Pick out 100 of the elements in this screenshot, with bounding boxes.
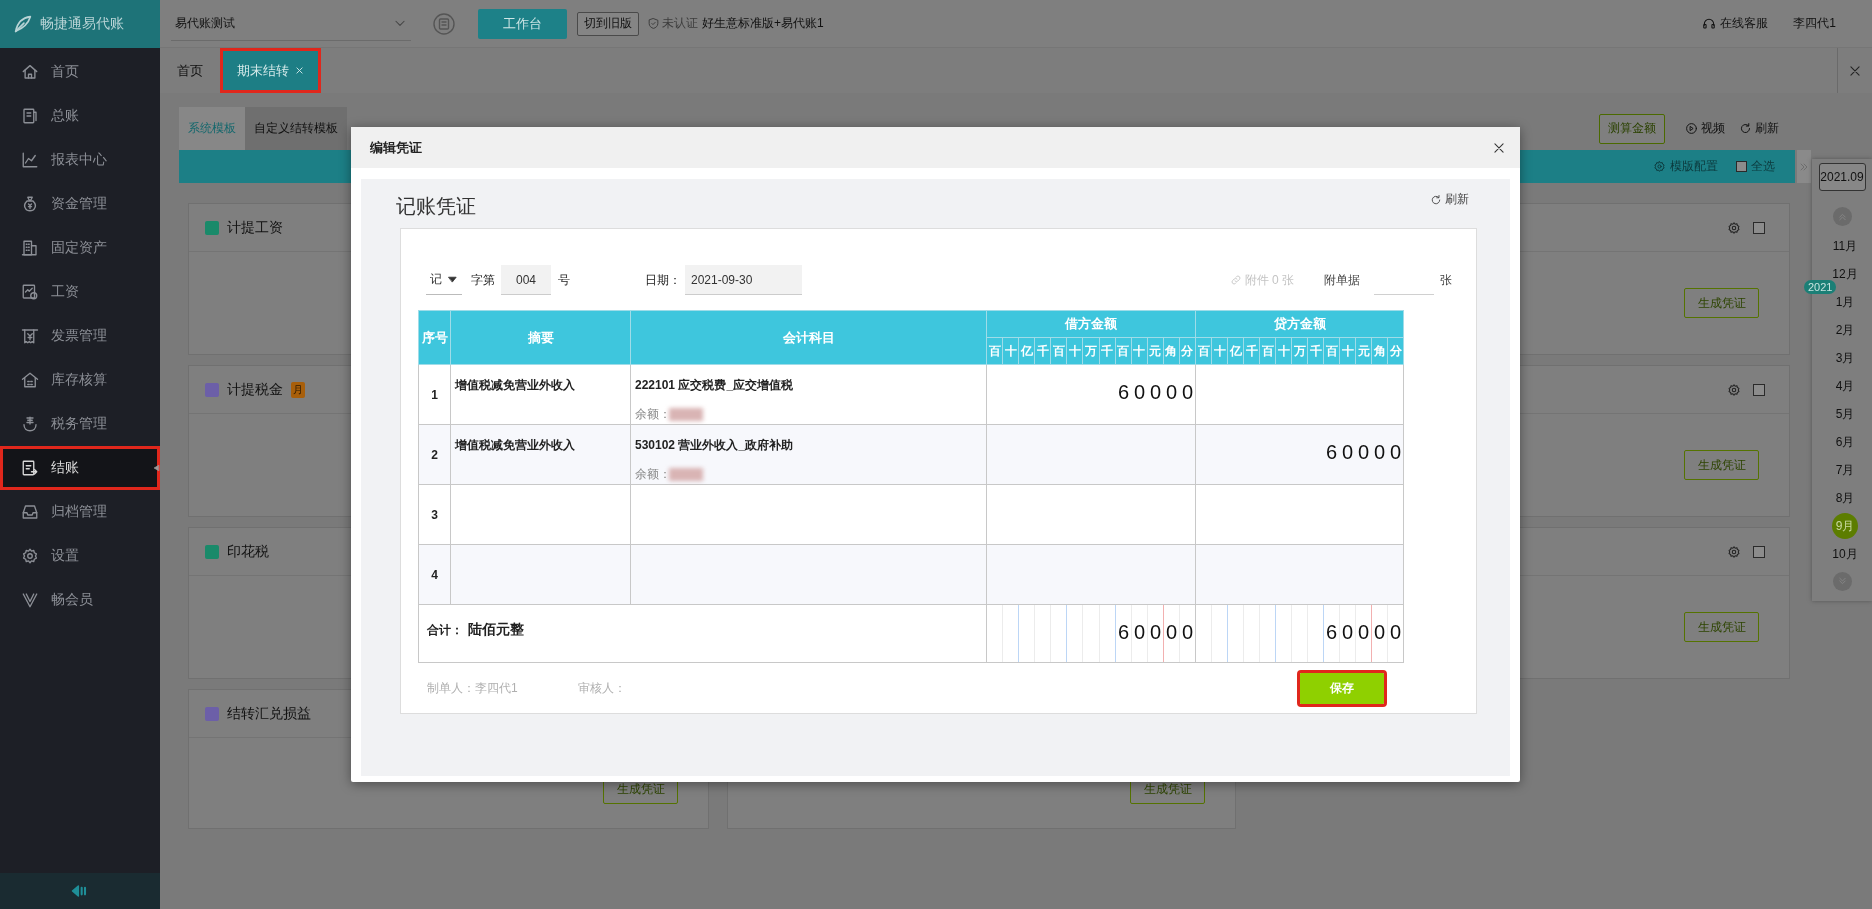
month-item[interactable]: 3月: [1833, 345, 1857, 371]
unit-header: 千: [1308, 338, 1324, 364]
money-bag-icon: [21, 195, 39, 213]
voucher-heading: 记账凭证: [396, 194, 476, 219]
settings-icon[interactable]: [1653, 160, 1666, 173]
checkbox[interactable]: [1753, 221, 1765, 234]
warehouse-icon: [21, 371, 39, 389]
checkbox[interactable]: [1736, 161, 1747, 172]
headset-icon: [1702, 16, 1717, 31]
template-icon: [205, 544, 219, 559]
play-icon: [1685, 122, 1698, 135]
sidebar-item[interactable]: 结账: [0, 446, 160, 490]
unit-header: 元: [1356, 338, 1372, 364]
edition-label: 好生意标准版+易代账1: [702, 15, 824, 32]
account-cell[interactable]: [630, 544, 987, 605]
settings-icon[interactable]: [1727, 544, 1741, 559]
card-title: 结转汇兑损益: [227, 704, 311, 723]
row-number: 1: [418, 364, 451, 425]
unit-header: 分: [1388, 342, 1403, 360]
summary-cell[interactable]: [450, 544, 631, 605]
summary-cell[interactable]: 增值税减免营业外收入: [450, 364, 631, 425]
period-field[interactable]: 2021.09: [1818, 163, 1866, 191]
workbench-button[interactable]: 工作台: [478, 8, 567, 39]
unit-header: 亿: [1228, 338, 1244, 364]
sidebar-item[interactable]: 发票管理: [0, 314, 160, 358]
unit-header: 元: [1147, 338, 1164, 364]
sidebar-item[interactable]: 总账: [0, 94, 160, 138]
row-number: 2: [418, 424, 451, 485]
receipt-unit: 张: [1440, 271, 1452, 289]
sidebar-item[interactable]: 库存核算: [0, 358, 160, 402]
checkbox[interactable]: [1753, 383, 1765, 396]
checkbox[interactable]: [1753, 545, 1765, 558]
month-item[interactable]: 6月: [1833, 429, 1857, 455]
sidebar-item[interactable]: 归档管理: [0, 490, 160, 534]
blurred-value: [669, 408, 703, 421]
account-cell[interactable]: 222101 应交税费_应交增值税 余额：: [630, 364, 987, 425]
close-icon[interactable]: [1492, 140, 1506, 155]
company-select[interactable]: 易代账测试: [171, 6, 411, 41]
generate-voucher-button[interactable]: 生成凭证: [1684, 288, 1759, 318]
unit-header: 百: [987, 338, 1004, 364]
column-header: 借方金额: [986, 310, 1196, 338]
estimate-button[interactable]: 测算金额: [1599, 113, 1665, 144]
settings-icon[interactable]: [1727, 220, 1741, 235]
refresh-icon[interactable]: [1430, 193, 1442, 206]
month-item[interactable]: 9月: [1832, 513, 1858, 539]
account-name: 530102 营业外收入_政府补助: [635, 437, 794, 454]
blurred-value: [669, 468, 703, 481]
amount-text: 60000: [1117, 621, 1198, 644]
date-field[interactable]: 2021-09-30: [685, 265, 802, 295]
leaf-logo-icon: [12, 13, 34, 35]
month-item[interactable]: 5月: [1833, 401, 1857, 427]
payroll-icon: [21, 283, 39, 301]
invoice-icon: [21, 327, 39, 345]
voucher-type-select[interactable]: 记: [426, 265, 462, 295]
tab[interactable]: 期末结转: [220, 48, 321, 93]
sidebar-item[interactable]: 资金管理: [0, 182, 160, 226]
old-version-button[interactable]: 切到旧版: [577, 11, 639, 36]
summary-cell[interactable]: 增值税减免营业外收入: [450, 424, 631, 485]
unit-header: 百: [1324, 338, 1340, 364]
unit-header: 十: [1276, 338, 1292, 364]
generate-voucher-button[interactable]: 生成凭证: [1684, 612, 1759, 642]
account-cell[interactable]: [630, 484, 987, 545]
refresh-link[interactable]: 刷新: [1755, 120, 1779, 137]
month-item[interactable]: 11月: [1830, 233, 1860, 259]
notebook-circle-icon[interactable]: [432, 11, 456, 36]
refresh-link[interactable]: 刷新: [1445, 191, 1469, 208]
amount-text: 60000: [1325, 621, 1406, 644]
user-name[interactable]: 李四代1: [1793, 15, 1836, 32]
year-badge: 2021: [1804, 280, 1837, 294]
unit-header: 分: [1180, 342, 1195, 360]
sidebar-item[interactable]: 畅会员: [0, 578, 160, 622]
row-number: 4: [418, 544, 451, 605]
account-name: 222101 应交税费_应交增值税: [635, 377, 794, 394]
pointer-icon: [152, 464, 160, 472]
sidebar-item[interactable]: 税务管理: [0, 402, 160, 446]
card-title: 计提税金: [227, 380, 283, 399]
month-item[interactable]: 10月: [1830, 541, 1860, 567]
month-item[interactable]: 7月: [1833, 457, 1857, 483]
tab[interactable]: 首页: [160, 48, 220, 93]
column-header: 贷方金额: [1195, 310, 1404, 338]
sidebar-item[interactable]: 设置: [0, 534, 160, 578]
account-cell[interactable]: 530102 营业外收入_政府补助 余额：: [630, 424, 987, 485]
sidebar-item[interactable]: 工资: [0, 270, 160, 314]
sidebar-item[interactable]: 固定资产: [0, 226, 160, 270]
summary-cell[interactable]: [450, 484, 631, 545]
sidebar-item[interactable]: 首页: [0, 50, 160, 94]
settings-icon[interactable]: [1727, 382, 1741, 397]
tab[interactable]: 自定义结转模板: [245, 107, 347, 150]
template-config-link[interactable]: 模版配置: [1670, 158, 1718, 175]
month-item[interactable]: 4月: [1833, 373, 1857, 399]
month-item[interactable]: 8月: [1833, 485, 1857, 511]
support-link[interactable]: 在线客服: [1720, 15, 1769, 32]
generate-voucher-button[interactable]: 生成凭证: [1684, 450, 1759, 480]
sidebar-item[interactable]: 报表中心: [0, 138, 160, 182]
video-link[interactable]: 视频: [1701, 120, 1725, 137]
amount-text: 60000: [1325, 441, 1406, 464]
unit-header: 千: [1035, 338, 1052, 364]
select-all-label: 全选: [1751, 158, 1775, 175]
voucher-number-field[interactable]: 004: [501, 265, 551, 295]
month-item[interactable]: 2月: [1833, 317, 1857, 343]
